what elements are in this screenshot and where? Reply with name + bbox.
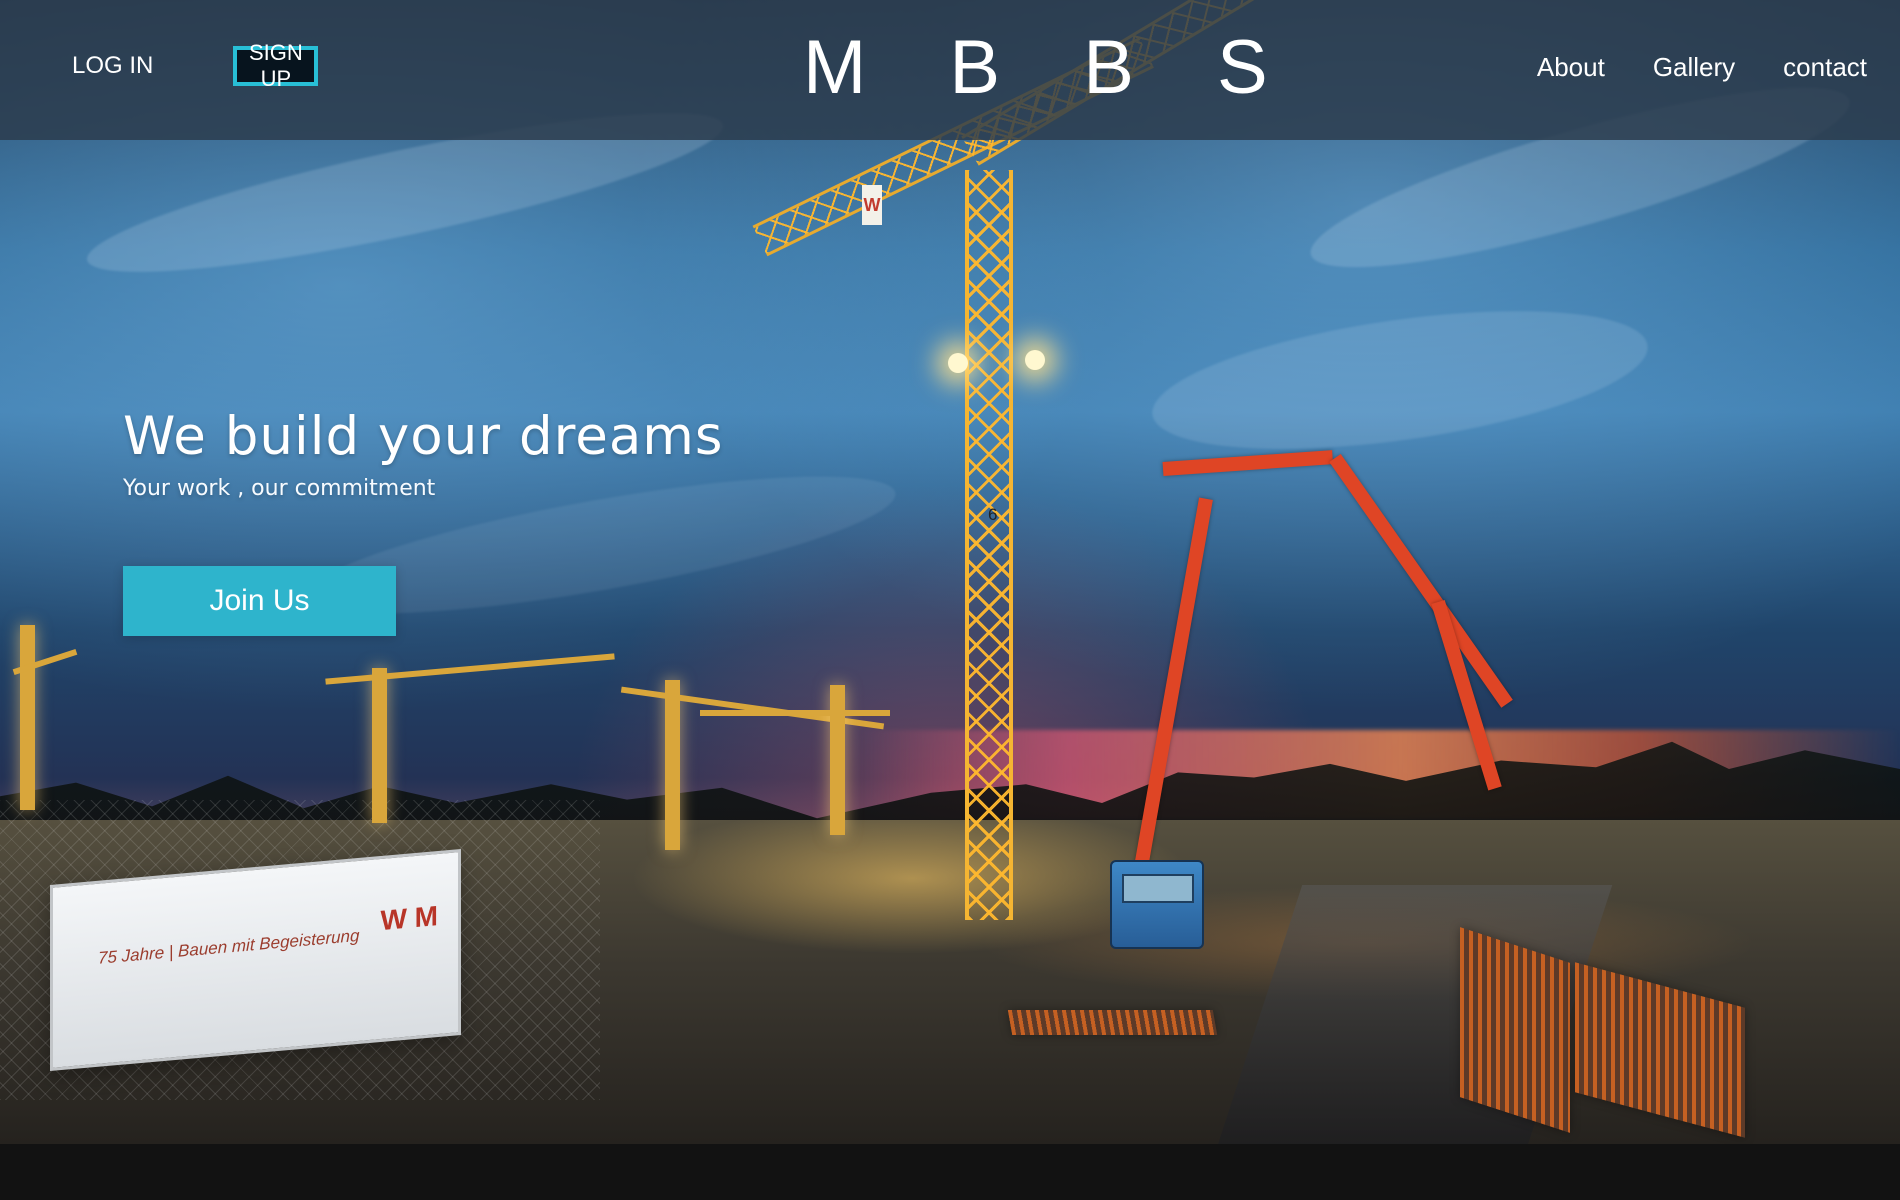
main-crane-tower <box>965 170 1013 920</box>
top-navbar: LOG IN SIGN UP M B B S About Gallery con… <box>0 0 1900 140</box>
crane-light <box>1025 350 1045 370</box>
distant-crane-tower <box>830 685 845 835</box>
orange-formwork <box>1007 1010 1218 1035</box>
distant-crane-tower <box>20 625 35 810</box>
distant-crane-tower <box>372 668 387 823</box>
auth-nav: LOG IN SIGN UP <box>72 40 319 91</box>
crane-marker: W <box>862 185 882 225</box>
footer-strip <box>0 1144 1900 1200</box>
site-brand[interactable]: M B B S <box>803 30 1268 106</box>
distant-crane-tower <box>665 680 680 850</box>
crane-light <box>948 353 968 373</box>
distant-crane-jib <box>700 710 890 716</box>
contact-link[interactable]: contact <box>1783 54 1867 80</box>
distant-crane-jib <box>325 653 615 685</box>
join-us-button[interactable]: Join Us <box>123 566 396 636</box>
landing-page: W 6 75 Jahre | Bauen mit Begeisterung W … <box>0 0 1900 1200</box>
hero-copy: We build your dreams Your work , our com… <box>123 406 724 503</box>
hero-title: We build your dreams <box>123 406 724 467</box>
main-nav: About Gallery contact <box>1537 54 1867 80</box>
banner-logo: W M <box>380 900 438 937</box>
banner-text: 75 Jahre | Bauen mit Begeisterung <box>98 925 360 968</box>
orange-formwork <box>1460 927 1570 1133</box>
gallery-link[interactable]: Gallery <box>1653 54 1735 80</box>
construction-banner: 75 Jahre | Bauen mit Begeisterung W M <box>50 849 461 1071</box>
concrete-pump-boom <box>1329 453 1513 708</box>
blue-truck <box>1110 860 1204 949</box>
concrete-pump-boom <box>1162 450 1334 476</box>
sky-cloud-streak <box>1144 285 1656 475</box>
crane-number: 6 <box>988 505 998 524</box>
login-link[interactable]: LOG IN <box>72 54 153 78</box>
hero-subtitle: Your work , our commitment <box>123 476 436 502</box>
about-link[interactable]: About <box>1537 54 1605 80</box>
signup-button[interactable]: SIGN UP <box>233 40 319 91</box>
